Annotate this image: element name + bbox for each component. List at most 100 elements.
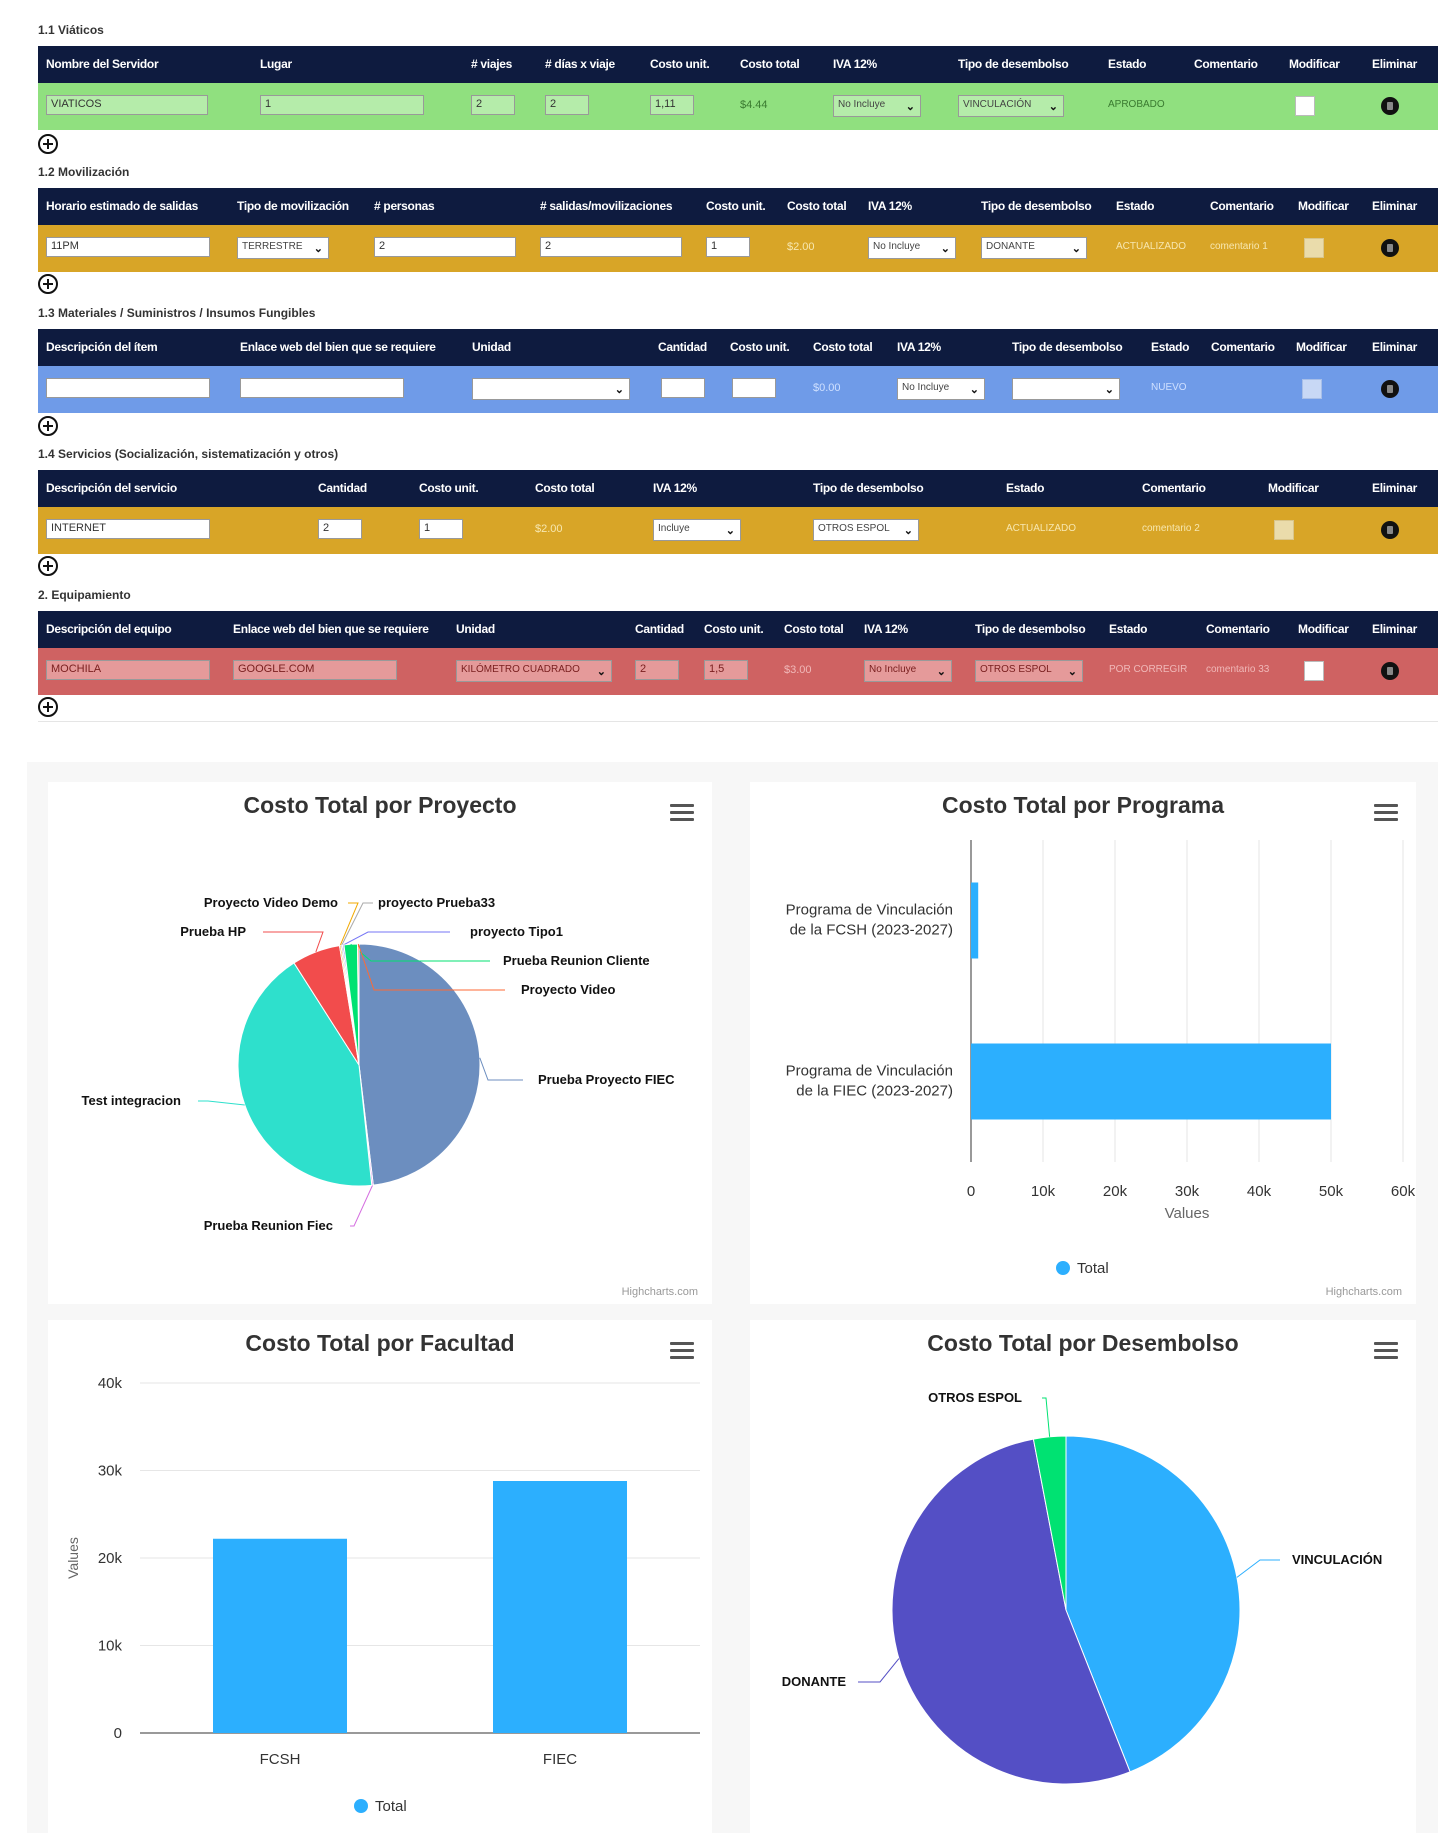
iva-select[interactable]: No Incluye ⌄: [864, 660, 952, 682]
col-header: Eliminar: [1372, 340, 1417, 354]
desembolso-select[interactable]: OTROS ESPOL ⌄: [975, 660, 1083, 682]
costo-unit-input[interactable]: 1: [419, 519, 463, 539]
legend-marker[interactable]: [1056, 1261, 1070, 1275]
modificar-checkbox[interactable]: [1295, 96, 1315, 116]
legend-label[interactable]: Total: [375, 1798, 407, 1815]
legend-label[interactable]: Total: [1077, 1260, 1109, 1277]
x-category-label: FCSH: [260, 1751, 301, 1768]
col-header: Modificar: [1296, 340, 1347, 354]
pie-chart-desembolso: VINCULACIÓN DONANTE OTROS ESPOL: [782, 1390, 1382, 1785]
iva-select[interactable]: Incluye ⌄: [653, 519, 741, 541]
bar[interactable]: [971, 882, 979, 959]
desembolso-select[interactable]: ⌄: [1012, 378, 1120, 400]
col-header: Costo total: [740, 57, 800, 71]
enlace-web-input[interactable]: [240, 378, 404, 398]
col-header: # salidas/movilizaciones: [540, 199, 673, 213]
pie-label: OTROS ESPOL: [928, 1390, 1022, 1405]
modificar-checkbox[interactable]: [1274, 520, 1294, 540]
col-header: Comentario: [1194, 57, 1258, 71]
chevron-down-icon: ⌄: [1071, 243, 1081, 255]
col-header: Costo total: [813, 340, 873, 354]
bar[interactable]: [493, 1481, 627, 1733]
tipo-movilizacion-select[interactable]: TERRESTRE ⌄: [237, 237, 329, 259]
y-category-label: Programa de Vinculación: [786, 902, 953, 919]
col-header: Cantidad: [318, 481, 367, 495]
pie-label: Prueba Reunion Cliente: [503, 953, 650, 968]
chevron-down-icon: ⌄: [936, 666, 946, 678]
costo-total-value: $4.44: [740, 99, 768, 111]
col-header: Descripción del equipo: [46, 622, 172, 636]
horario-input[interactable]: 11PM: [46, 237, 210, 257]
col-header: # viajes: [471, 57, 512, 71]
col-header: Cantidad: [635, 622, 684, 636]
nombre-servidor-input[interactable]: VIATICOS: [46, 95, 208, 115]
bar[interactable]: [971, 1043, 1331, 1120]
viajes-input[interactable]: 2: [471, 95, 515, 115]
iva-selected: No Incluye: [873, 241, 921, 252]
cantidad-input[interactable]: 2: [635, 660, 679, 680]
chevron-down-icon: ⌄: [313, 243, 323, 255]
legend-marker[interactable]: [354, 1799, 368, 1813]
enlace-web-input[interactable]: GOOGLE.COM: [233, 660, 397, 680]
comentario-value: comentario 2: [1142, 523, 1200, 534]
table-header: Horario estimado de salidas Tipo de movi…: [38, 188, 1438, 225]
modificar-checkbox[interactable]: [1304, 238, 1324, 258]
dias-input[interactable]: 2: [545, 95, 589, 115]
descripcion-item-input[interactable]: [46, 378, 210, 398]
costo-unit-input[interactable]: [732, 378, 776, 398]
table-row: 11PM TERRESTRE ⌄ 2 2 1 $2.00 No Incluye ⌄ …: [38, 225, 1438, 272]
desembolso-select[interactable]: DONANTE ⌄: [981, 237, 1087, 259]
delete-icon[interactable]: [1381, 380, 1399, 398]
delete-icon[interactable]: [1381, 97, 1399, 115]
axis-title: Values: [65, 1537, 81, 1579]
costo-total-value: $3.00: [784, 664, 812, 676]
x-tick-label: 10k: [1031, 1183, 1056, 1200]
bar[interactable]: [213, 1538, 347, 1733]
desembolso-selected: VINCULACIÓN: [963, 99, 1032, 110]
costo-unit-input[interactable]: 1,5: [704, 660, 748, 680]
x-tick-label: 40k: [1247, 1183, 1272, 1200]
chart-panel-desembolso: Costo Total por Desembolso VINCULACIÓN DO…: [750, 1320, 1416, 1833]
delete-icon[interactable]: [1381, 662, 1399, 680]
chevron-down-icon: ⌄: [1048, 101, 1058, 113]
section-title-movilizacion: 1.2 Movilización: [38, 165, 130, 179]
col-header: Tipo de movilización: [237, 199, 349, 213]
add-row-icon[interactable]: [38, 416, 58, 436]
pie-slice[interactable]: [358, 943, 481, 1186]
iva-selected: No Incluye: [838, 99, 886, 110]
add-row-icon[interactable]: [38, 134, 58, 154]
unidad-select[interactable]: ⌄: [472, 378, 630, 400]
descripcion-equipo-input[interactable]: MOCHILA: [46, 660, 210, 680]
delete-icon[interactable]: [1381, 521, 1399, 539]
pie-label: DONANTE: [782, 1674, 847, 1689]
x-tick-label: 30k: [1175, 1183, 1200, 1200]
descripcion-servicio-input[interactable]: INTERNET: [46, 519, 210, 539]
add-row-icon[interactable]: [38, 697, 58, 717]
cantidad-input[interactable]: 2: [318, 519, 362, 539]
chart-panel-programa: Costo Total por Programa 0 10k 20k 30k 40k 50…: [750, 782, 1416, 1304]
delete-icon[interactable]: [1381, 239, 1399, 257]
chevron-down-icon: ⌄: [1104, 384, 1114, 396]
desembolso-select[interactable]: VINCULACIÓN ⌄: [958, 95, 1064, 117]
costo-unit-input[interactable]: 1: [706, 237, 750, 257]
add-row-icon[interactable]: [38, 556, 58, 576]
cantidad-input[interactable]: [661, 378, 705, 398]
col-header: Descripción del ítem: [46, 340, 158, 354]
unidad-select[interactable]: KILÓMETRO CUADRADO ⌄: [456, 660, 612, 682]
add-row-icon[interactable]: [38, 274, 58, 294]
costo-unit-input[interactable]: 1,11: [650, 95, 694, 115]
modificar-checkbox[interactable]: [1302, 379, 1322, 399]
lugar-input[interactable]: 1: [260, 95, 424, 115]
col-header: Enlace web del bien que se requiere: [240, 340, 436, 354]
salidas-input[interactable]: 2: [540, 237, 682, 257]
modificar-checkbox[interactable]: [1304, 661, 1324, 681]
table-materiales: Descripción del ítem Enlace web del bien…: [38, 329, 1438, 413]
iva-select[interactable]: No Incluye ⌄: [897, 378, 985, 400]
desembolso-select[interactable]: OTROS ESPOL ⌄: [813, 519, 919, 541]
pie-label: Prueba Proyecto FIEC: [538, 1072, 675, 1087]
personas-input[interactable]: 2: [374, 237, 516, 257]
estado-value: ACTUALIZADO: [1116, 241, 1187, 252]
iva-select[interactable]: No Incluye ⌄: [868, 237, 956, 259]
costo-total-value: $2.00: [787, 241, 815, 253]
iva-select[interactable]: No Incluye ⌄: [833, 95, 921, 117]
